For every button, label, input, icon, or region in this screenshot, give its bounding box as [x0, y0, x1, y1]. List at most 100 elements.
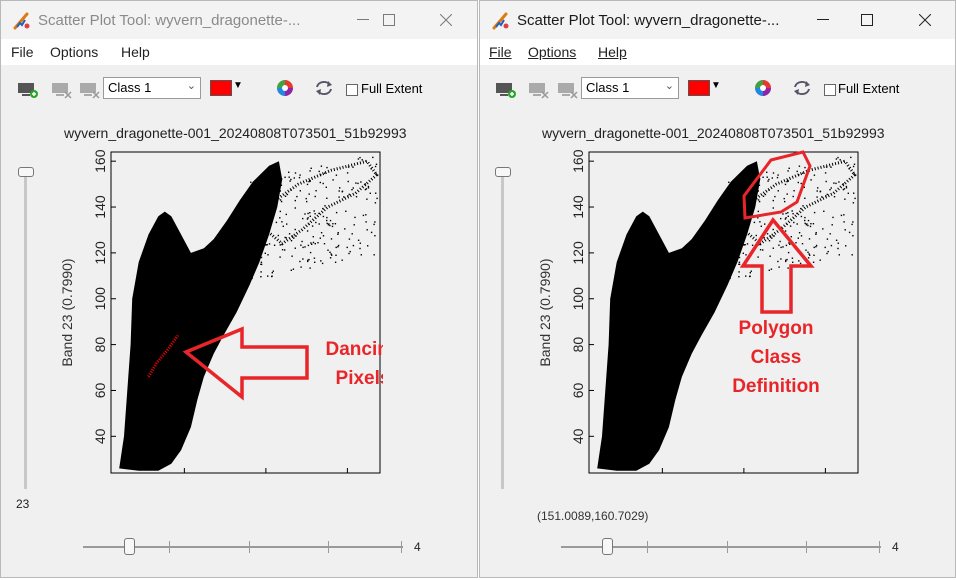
chevron-down-icon: ⌄ [186, 80, 196, 92]
scatter-plot[interactable]: 100150200406080100120140160Band 4 (0.535… [535, 146, 861, 477]
data-point [265, 237, 268, 239]
delete-all-icon[interactable] [558, 81, 580, 99]
data-point [763, 237, 765, 239]
window-maximize-icon[interactable] [844, 1, 890, 39]
horizontal-slider-thumb[interactable] [602, 538, 613, 555]
data-point [787, 180, 789, 182]
delete-class-icon[interactable] [529, 81, 551, 99]
cursor-coordinate-readout: (151.0089,160.7029) [537, 509, 649, 523]
data-point [796, 223, 798, 225]
data-point [289, 180, 291, 182]
window-close-icon[interactable] [423, 1, 469, 39]
window-maximize-icon[interactable] [366, 1, 412, 39]
refresh-icon[interactable] [791, 79, 813, 97]
annotation-label: Class [751, 347, 802, 368]
data-point [306, 183, 309, 186]
data-point [741, 231, 743, 234]
full-extent-checkbox[interactable] [824, 84, 836, 96]
data-point [829, 189, 831, 191]
data-point [759, 249, 762, 251]
class-select[interactable]: Class 1 ⌄ [581, 77, 679, 99]
data-point [359, 156, 361, 159]
menu-help[interactable]: Help [121, 44, 150, 60]
data-point [757, 210, 759, 213]
data-point [804, 216, 806, 219]
y-tick-label: 60 [92, 382, 108, 398]
data-point [351, 233, 353, 235]
window-minimize-icon[interactable] [800, 1, 846, 39]
data-point [370, 168, 372, 170]
data-point [259, 189, 261, 191]
title-bar[interactable]: Scatter Plot Tool: wyvern_dragonette-... [1, 1, 477, 39]
data-point [348, 238, 351, 240]
slider-tick [249, 541, 250, 553]
title-bar[interactable]: Scatter Plot Tool: wyvern_dragonette-... [480, 1, 955, 39]
data-point [296, 195, 298, 198]
data-point [847, 192, 849, 194]
class-select[interactable]: Class 1 ⌄ [103, 77, 201, 99]
data-point [315, 190, 317, 192]
class-color-swatch[interactable] [688, 80, 710, 96]
data-point [269, 198, 271, 200]
add-class-icon[interactable] [496, 81, 518, 99]
menu-help[interactable]: Help [598, 44, 627, 60]
vertical-slider-thumb[interactable] [18, 167, 34, 177]
data-point [288, 171, 290, 173]
data-point [261, 178, 263, 180]
add-class-icon[interactable] [18, 81, 40, 99]
scatter-plot[interactable]: 100150200406080100120140160Band 4 (0.535… [57, 146, 383, 477]
menu-options[interactable]: Options [50, 44, 98, 60]
window-close-icon[interactable] [902, 1, 948, 39]
data-point [804, 197, 806, 199]
data-point [805, 224, 808, 226]
data-point [769, 255, 771, 257]
data-point [285, 213, 287, 216]
data-point [825, 195, 827, 197]
full-extent-label: Full Extent [838, 81, 900, 96]
data-point [265, 196, 268, 199]
data-point [738, 276, 740, 278]
vertical-slider-thumb[interactable] [495, 167, 511, 177]
data-point [279, 244, 281, 246]
refresh-icon[interactable] [313, 79, 335, 97]
data-point [294, 199, 296, 202]
menu-options[interactable]: Options [528, 44, 576, 60]
scatter-plot-window-right: Scatter Plot Tool: wyvern_dragonette-...… [479, 0, 956, 578]
data-point [749, 275, 751, 277]
data-point [288, 176, 290, 178]
class-color-swatch[interactable] [210, 80, 232, 96]
data-point [262, 236, 265, 238]
data-point [784, 218, 787, 220]
data-point [286, 193, 289, 196]
data-point [249, 231, 251, 233]
data-point [801, 243, 804, 245]
data-point [309, 267, 311, 269]
color-wheel-icon[interactable] [754, 79, 772, 97]
data-point [807, 251, 809, 253]
data-point [816, 196, 818, 198]
data-point [829, 233, 831, 235]
vertical-slider-track[interactable] [501, 171, 504, 489]
horizontal-slider-thumb[interactable] [124, 538, 135, 555]
data-point [344, 228, 346, 230]
data-point [312, 236, 314, 238]
data-point [290, 189, 292, 191]
vertical-slider-track[interactable] [24, 171, 27, 489]
caret-down-icon[interactable]: ▼ [233, 80, 243, 91]
data-point [851, 223, 853, 226]
data-point [793, 221, 795, 224]
data-point [346, 246, 348, 249]
data-point [738, 184, 740, 187]
data-point [776, 176, 779, 179]
color-wheel-icon[interactable] [276, 79, 294, 97]
caret-down-icon[interactable]: ▼ [711, 80, 721, 91]
menu-file[interactable]: File [11, 44, 34, 60]
delete-all-icon[interactable] [80, 81, 102, 99]
data-point [257, 242, 260, 245]
full-extent-checkbox[interactable] [346, 84, 358, 96]
delete-class-icon[interactable] [52, 81, 74, 99]
data-point [256, 243, 258, 245]
data-point [838, 181, 840, 183]
menu-file[interactable]: File [489, 44, 512, 60]
data-point [842, 183, 845, 185]
